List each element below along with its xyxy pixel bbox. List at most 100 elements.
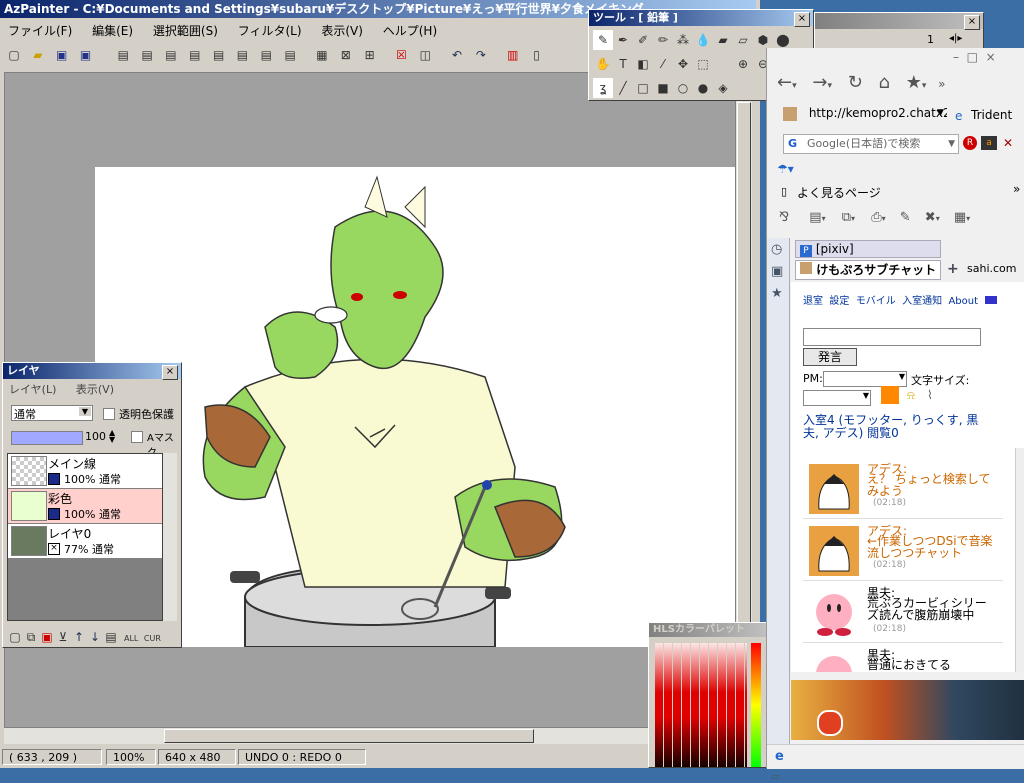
- trident-label[interactable]: Trident: [971, 108, 1012, 122]
- save-icon[interactable]: ▣: [52, 45, 72, 65]
- url-bar[interactable]: http://kemopro2.chatx2: [783, 106, 947, 126]
- airbrush-tool-icon[interactable]: ✏: [653, 30, 673, 50]
- forward-icon[interactable]: →: [812, 72, 827, 93]
- gradient-tool-icon[interactable]: ◧: [633, 54, 653, 74]
- side-history-icon[interactable]: ◷: [771, 242, 782, 257]
- layer-window-title[interactable]: レイヤ: [3, 363, 181, 379]
- search-engine-x-icon[interactable]: ✕: [1003, 136, 1013, 150]
- amazon-icon[interactable]: a: [981, 136, 997, 150]
- menu-edit[interactable]: 編集(E): [92, 24, 133, 38]
- hue-strip[interactable]: [751, 643, 761, 767]
- zoom-in-icon[interactable]: ⊕: [733, 54, 753, 74]
- tab-pixiv[interactable]: P [pixiv]: [795, 240, 941, 258]
- chat-message-input[interactable]: [803, 328, 981, 346]
- spray-tool-icon[interactable]: ⁂: [673, 30, 693, 50]
- url-dropdown-icon[interactable]: ▼: [937, 108, 944, 118]
- layer-list-scrollbar[interactable]: [163, 453, 177, 621]
- favorites-more-icon[interactable]: »: [1013, 182, 1020, 196]
- menu-view[interactable]: 表示(V): [321, 24, 363, 38]
- side-feed-icon[interactable]: ▣: [771, 264, 783, 279]
- pen-tool-icon[interactable]: ✒: [613, 30, 633, 50]
- vertical-scroll-thumb[interactable]: [737, 102, 751, 642]
- layer-hide-icon[interactable]: ▤: [209, 45, 229, 65]
- drawing-canvas[interactable]: [95, 167, 735, 647]
- blur-tool-icon[interactable]: 💧: [693, 30, 713, 50]
- layer-text-icon[interactable]: ▤: [232, 45, 252, 65]
- close-tab-icon[interactable]: ✖: [925, 210, 936, 225]
- layer-window-close-icon[interactable]: ×: [162, 365, 178, 380]
- ellipse-shape-icon[interactable]: ○: [673, 78, 693, 98]
- brush-tool-icon[interactable]: ✐: [633, 30, 653, 50]
- redo-icon[interactable]: ↷: [471, 45, 491, 65]
- font-size-select[interactable]: ▼: [803, 390, 871, 406]
- tool-window-close-icon[interactable]: ×: [794, 12, 810, 27]
- background-window-title[interactable]: [815, 13, 983, 29]
- layer-menu-layer[interactable]: レイヤ(L): [9, 383, 56, 396]
- search-engine-r-icon[interactable]: R: [963, 136, 977, 150]
- menu-filter[interactable]: フィルタ(L): [238, 24, 302, 38]
- pm-select[interactable]: ▼: [823, 371, 907, 387]
- menu-help[interactable]: ヘルプ(H): [383, 24, 437, 38]
- new-layer-icon[interactable]: ▢: [7, 627, 23, 647]
- chat-scrollbar[interactable]: [1015, 448, 1024, 672]
- layer-copy-icon[interactable]: ▤: [137, 45, 157, 65]
- filled-rect-shape-icon[interactable]: ■: [653, 78, 673, 98]
- paperclip-icon[interactable]: ⌇: [927, 388, 933, 402]
- horizontal-scroll-thumb[interactable]: [164, 729, 534, 743]
- bell-icon[interactable]: ⍾: [907, 388, 915, 403]
- filled-ellipse-shape-icon[interactable]: ●: [693, 78, 713, 98]
- new-tab-plus-icon[interactable]: +: [947, 261, 959, 277]
- new-file-icon[interactable]: ▢: [4, 45, 24, 65]
- delete-layer-icon[interactable]: ▣: [39, 627, 55, 647]
- grid-icon[interactable]: ▦: [312, 45, 332, 65]
- nav-leave[interactable]: 退室: [803, 296, 823, 307]
- opacity-spinner-icon[interactable]: ▲ ▼: [109, 429, 115, 444]
- line-shape-icon[interactable]: ╱: [613, 78, 633, 98]
- layer-merge-icon[interactable]: ▤: [280, 45, 300, 65]
- post-button[interactable]: 発言: [803, 348, 857, 366]
- page-icon[interactable]: ▤: [809, 210, 821, 225]
- menu-file[interactable]: ファイル(F): [8, 24, 72, 38]
- layer-item-main-line[interactable]: メイン線 100% 通常: [8, 454, 162, 489]
- smudge-tool-icon[interactable]: ✋: [593, 54, 613, 74]
- search-dropdown-icon[interactable]: ▼: [948, 135, 955, 153]
- tools-wrench-icon[interactable]: ✎: [900, 210, 911, 225]
- maximize-icon[interactable]: □: [967, 50, 978, 64]
- background-window-close-icon[interactable]: ×: [964, 15, 980, 30]
- opacity-value[interactable]: 100: [85, 430, 106, 443]
- layer-menu-view[interactable]: 表示(V): [76, 383, 114, 396]
- canvas-horizontal-scrollbar[interactable]: [4, 728, 736, 744]
- rect-shape-icon[interactable]: □: [633, 78, 653, 98]
- text-color-swatch[interactable]: [881, 386, 899, 404]
- fill-tool-icon[interactable]: ⬤: [773, 30, 793, 50]
- search-box[interactable]: G Google(日本語)で検索 ▼: [783, 134, 959, 154]
- text-tool-icon[interactable]: T: [613, 54, 633, 74]
- bookmark-star-icon[interactable]: ★: [906, 72, 922, 93]
- layer-clear-icon[interactable]: ▤: [161, 45, 181, 65]
- show-current-button[interactable]: CUR: [143, 629, 161, 649]
- nav-about[interactable]: About: [948, 296, 978, 307]
- layer-fill-icon[interactable]: ▤: [185, 45, 205, 65]
- side-favorites-icon[interactable]: ★: [771, 286, 783, 301]
- hls-palette-title[interactable]: HLSカラーパレット: [649, 623, 767, 637]
- layer-props-icon[interactable]: ▤: [103, 627, 119, 647]
- fit-icon[interactable]: ⊠: [336, 45, 356, 65]
- opacity-slider[interactable]: [11, 431, 83, 445]
- cancel-icon[interactable]: ☒: [391, 45, 411, 65]
- copy-layer-icon[interactable]: ⧉: [23, 627, 39, 647]
- history-icon[interactable]: ⅋: [779, 210, 789, 225]
- favorites-link[interactable]: よく見るページ: [797, 184, 881, 201]
- save-as-icon[interactable]: ▣: [75, 45, 95, 65]
- burn-tool-icon[interactable]: ⬢: [753, 30, 773, 50]
- more-icon[interactable]: »: [938, 77, 945, 91]
- eraser-tool-icon[interactable]: ▰: [713, 30, 733, 50]
- back-icon[interactable]: ←: [777, 72, 792, 93]
- move-tool-icon[interactable]: ✥: [673, 54, 693, 74]
- undo-icon[interactable]: ↶: [447, 45, 467, 65]
- side-tab-text[interactable]: sahi.com: [967, 262, 1017, 275]
- fill-bucket-icon[interactable]: ◈: [713, 78, 733, 98]
- nav-mobile[interactable]: モバイル: [856, 296, 896, 307]
- page-nav-arrows-icon[interactable]: ◂|▸: [949, 33, 962, 44]
- amask-checkbox[interactable]: [131, 431, 143, 443]
- merge-layer-icon[interactable]: ⊻: [55, 627, 71, 647]
